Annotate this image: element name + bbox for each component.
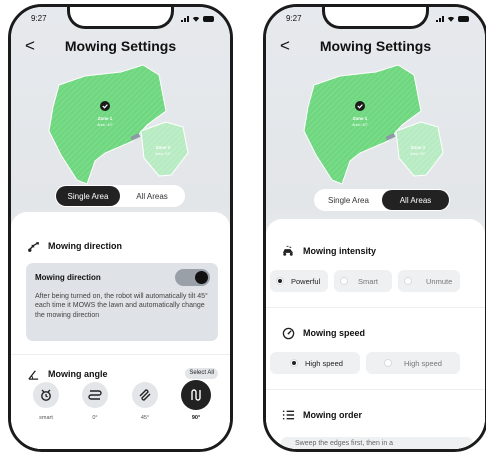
zone-2-sublabel: Area / 45° (410, 152, 426, 156)
wifi-icon (447, 16, 455, 22)
area-segmented-control: Single Area All Areas (314, 189, 450, 211)
angle-label: smart (39, 415, 53, 421)
section-title: Mowing intensity (303, 246, 376, 256)
nav-bar: < Mowing Settings (266, 35, 485, 59)
speed-option-2[interactable]: High speed (366, 352, 460, 374)
option-label: Unmute (426, 276, 453, 286)
divider (266, 307, 485, 308)
section-title: Mowing angle (48, 369, 108, 379)
speedometer-icon (281, 326, 295, 340)
zone-1-label: Zone 1 (98, 116, 113, 121)
option-label: High speed (305, 358, 343, 368)
zone-2-label: Zone 2 (156, 145, 171, 150)
speed-option-1[interactable]: High speed (270, 352, 360, 374)
intensity-option-unmute[interactable]: Unmute (398, 270, 460, 292)
angle-label: 0° (92, 415, 98, 421)
select-all-button[interactable]: Select All (185, 368, 218, 379)
signal-icon (181, 16, 189, 22)
toggle-knob (195, 271, 208, 284)
lawn-map[interactable]: Zone 1 Area / 40° Zone 2 Area / 45° (266, 63, 485, 188)
section-mowing-speed: Mowing speed (266, 321, 485, 345)
divider (11, 354, 230, 355)
lawn-map[interactable]: Zone 1 Area / 40° Zone 2 Area / 45° (11, 63, 230, 188)
battery-icon (203, 16, 214, 22)
divider (266, 389, 485, 390)
card-title: Mowing direction (35, 273, 101, 282)
angle-option-90[interactable]: 90° (181, 380, 211, 421)
status-time: 9:27 (31, 14, 47, 23)
settings-sheet: Mowing intensity Powerful Smart Unmute M… (266, 219, 485, 449)
vertical-90-icon (181, 380, 211, 410)
intensity-option-smart[interactable]: Smart (334, 270, 392, 292)
option-label: High speed (404, 358, 442, 368)
area-segmented-control: Single Area All Areas (55, 185, 185, 207)
phone-frame-all-areas: 9:27 < Mowing Settings Zone 1 Area / 40°… (263, 4, 486, 452)
mowing-direction-toggle[interactable] (175, 269, 210, 286)
section-mowing-intensity: Mowing intensity (266, 239, 485, 263)
intensity-option-powerful[interactable]: Powerful (270, 270, 328, 292)
zone-1-sublabel: Area / 40° (97, 123, 113, 127)
option-label: Smart (358, 276, 379, 286)
robot-smart-icon (33, 382, 59, 408)
radio-selected (290, 359, 298, 367)
zigzag-0-icon (82, 382, 108, 408)
angle-option-smart[interactable]: smart (33, 382, 59, 421)
section-title: Mowing speed (303, 328, 366, 338)
zone-2-label: Zone 2 (411, 145, 426, 150)
system-icons (181, 15, 214, 22)
status-time: 9:27 (286, 14, 302, 23)
section-title: Mowing order (303, 410, 362, 420)
radio (384, 359, 392, 367)
zone-1-label: Zone 1 (353, 116, 368, 121)
card-description: After being turned on, the robot will au… (35, 293, 208, 319)
section-title: Mowing direction (48, 241, 122, 251)
angle-option-0[interactable]: 0° (82, 382, 108, 421)
segment-single-area[interactable]: Single Area (56, 186, 120, 206)
zone-1-sublabel: Area / 40° (352, 123, 368, 127)
option-label: Powerful (291, 276, 321, 286)
wifi-icon (192, 16, 200, 22)
angle-option-45[interactable]: 45° (132, 382, 158, 421)
order-option-1[interactable]: Sweep the edges first, then in a (281, 437, 473, 449)
section-mowing-direction: Mowing direction (11, 234, 230, 258)
list-order-icon (281, 408, 295, 422)
selected-check-icon (355, 101, 365, 111)
segment-single-area[interactable]: Single Area (315, 190, 382, 210)
page-title: Mowing Settings (64, 38, 177, 54)
system-icons (436, 15, 469, 22)
segment-all-areas[interactable]: All Areas (120, 186, 184, 206)
radio (404, 277, 412, 285)
screen: 9:27 < Mowing Settings Zone 1 Area / 40°… (11, 7, 230, 449)
angle-label: 45° (140, 415, 150, 421)
selected-check-icon (100, 101, 110, 111)
section-mowing-order: Mowing order (266, 403, 485, 427)
mower-intensity-icon (281, 244, 295, 258)
diagonal-45-icon (132, 382, 158, 408)
notch (67, 7, 174, 29)
notch (322, 7, 429, 29)
direction-arrows-icon (26, 239, 40, 253)
order-option-label: Sweep the edges first, then in a (295, 440, 394, 447)
angle-label: 90° (191, 415, 201, 421)
screen: 9:27 < Mowing Settings Zone 1 Area / 40°… (266, 7, 485, 449)
mowing-direction-card: Mowing direction After being turned on, … (26, 263, 218, 341)
segment-all-areas[interactable]: All Areas (382, 190, 449, 210)
nav-bar: < Mowing Settings (11, 35, 230, 59)
zone-2-sublabel: Area / 45° (155, 152, 171, 156)
phone-frame-single-area: 9:27 < Mowing Settings Zone 1 Area / 40°… (8, 4, 233, 452)
radio-selected (276, 277, 284, 285)
page-title: Mowing Settings (319, 38, 432, 54)
signal-icon (436, 16, 444, 22)
battery-icon (458, 16, 469, 22)
angle-icon (26, 367, 40, 381)
radio (340, 277, 348, 285)
